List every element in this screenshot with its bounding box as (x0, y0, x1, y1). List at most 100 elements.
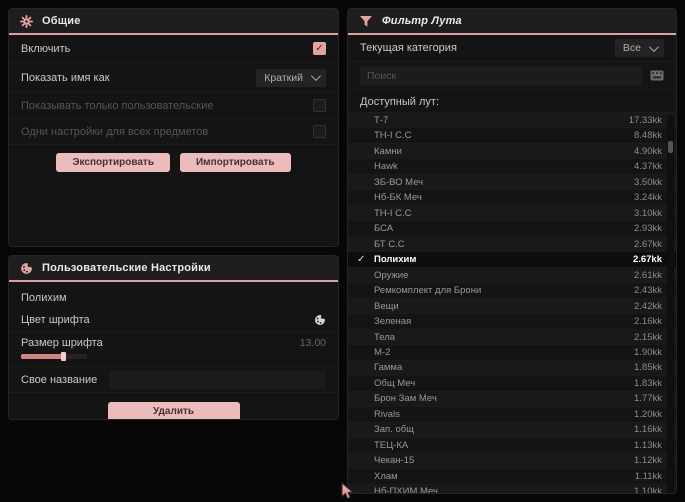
search-input[interactable] (360, 65, 642, 86)
palette-icon (20, 262, 33, 275)
loot-item-name: М-2 (374, 347, 391, 358)
loot-item-name: ТН-I С.С (374, 207, 412, 219)
only-custom-checkbox[interactable] (313, 99, 326, 112)
loot-item-value: 2.67kk (632, 254, 662, 266)
loot-item-row[interactable]: ✓ Полихим 2.67kk (348, 252, 676, 268)
loot-item-row[interactable]: ✓ Нб-ПХИМ Меч 1.10kk (348, 484, 676, 493)
same-settings-label: Одни настройки для всех предметов (21, 125, 209, 138)
loot-item-name: Зеленая (374, 316, 412, 328)
loot-filter-header: Фильтр Лута (348, 9, 676, 35)
loot-item-name: ТН-I С.С (374, 130, 412, 142)
loot-item-name: Брон Зам Меч (374, 393, 437, 405)
loot-item-value: 2.16kk (634, 316, 662, 328)
general-panel-spacer (9, 182, 338, 246)
loot-item-value: 1.83kk (634, 377, 662, 389)
loot-item-name: ТЕЦ-КА (374, 439, 409, 451)
loot-item-value: 1.12kk (634, 455, 662, 467)
loot-item-value: 4.37kk (634, 161, 662, 173)
keyboard-icon[interactable] (650, 70, 664, 81)
category-select[interactable]: Все (614, 39, 664, 57)
loot-item-row[interactable]: ✓ Общ Меч 1.83kk (348, 376, 676, 392)
loot-item-row[interactable]: ✓ Вещи 2.42kk (348, 298, 676, 315)
loot-item-row[interactable]: ✓ Т-7 17.33kk (348, 113, 676, 129)
loot-item-row[interactable]: ✓ М-2 1.90kk (348, 345, 676, 361)
loot-item-name: БТ С.С (374, 238, 405, 250)
font-size-row: Размер шрифта 13.00 (9, 332, 338, 367)
search-row (348, 62, 676, 90)
show-name-label: Показать имя как (21, 71, 110, 84)
font-size-slider[interactable] (21, 352, 87, 361)
loot-item-row[interactable]: ✓ Чекан-15 1.12kk (348, 453, 676, 470)
loot-item-name: Нб-БК Меч (374, 192, 422, 204)
loot-item-row[interactable]: ✓ Брон Зам Меч 1.77kk (348, 391, 676, 408)
category-label: Текущая категория (360, 42, 457, 54)
loot-item-row[interactable]: ✓ ЗБ-ВО Меч 3.50kk (348, 174, 676, 191)
delete-row: Удалить (9, 393, 338, 419)
loot-item-row[interactable]: ✓ ТЕЦ-КА 1.13kk (348, 438, 676, 454)
loot-item-value: 1.13kk (634, 439, 662, 451)
loot-item-row[interactable]: ✓ Тела 2.15kk (348, 329, 676, 346)
loot-item-row[interactable]: ✓ Оружие 2.61kk (348, 267, 676, 284)
slider-fill (21, 354, 63, 359)
loot-item-row[interactable]: ✓ Камни 4.90kk (348, 143, 676, 160)
loot-item-name: Полихим (374, 254, 417, 266)
loot-list: ✓ Т-7 17.33kk ✓ ТН-I С.С 8.48kk ✓ Камни … (348, 112, 676, 493)
loot-item-value: 1.16kk (634, 424, 662, 436)
loot-item-name: Hawk (374, 161, 398, 173)
loot-item-name: Камни (374, 145, 402, 157)
loot-item-row[interactable]: ✓ Ремкомплект для Брони 2.43kk (348, 283, 676, 299)
loot-item-value: 3.24kk (634, 192, 662, 204)
loot-item-value: 2.67kk (634, 238, 662, 250)
loot-filter-panel: Фильтр Лута Текущая категория Все Поиск … (347, 8, 677, 494)
loot-item-name: Тела (374, 331, 396, 343)
loot-item-row[interactable]: ✓ ТН-I С.С 8.48kk (348, 128, 676, 144)
only-custom-label: Показывать только пользовательские (21, 99, 214, 112)
enable-checkbox[interactable]: ✓ (313, 42, 326, 55)
import-button[interactable]: Импортировать (179, 153, 291, 172)
loot-item-row[interactable]: ✓ Гамма 1.85kk (348, 360, 676, 377)
loot-item-value: 1.85kk (634, 362, 662, 374)
loot-item-value: 1.77kk (634, 393, 662, 405)
general-panel: Общие Включить ✓ Показать имя как Кратки… (8, 8, 339, 247)
loot-item-value: 2.43kk (634, 285, 662, 297)
loot-item-row[interactable]: ✓ БСА 2.93kk (348, 221, 676, 237)
loot-item-row[interactable]: ✓ Rivals 1.20kk (348, 407, 676, 423)
same-settings-row: Одни настройки для всех предметов (9, 119, 338, 145)
loot-item-row[interactable]: ✓ ТН-I С.С 3.10kk (348, 205, 676, 222)
loot-item-row[interactable]: ✓ Зап. общ 1.16kk (348, 422, 676, 439)
custom-name-input[interactable] (109, 370, 326, 389)
funnel-icon (359, 15, 373, 28)
loot-item-row[interactable]: ✓ Hawk 4.37kk (348, 159, 676, 175)
loot-item-name: Хлам (374, 470, 398, 482)
loot-item-value: 1.11kk (634, 470, 662, 482)
slider-handle[interactable] (61, 352, 66, 361)
custom-name-row: Свое название (9, 367, 338, 393)
chevron-down-icon (648, 41, 659, 52)
show-name-select[interactable]: Краткий (256, 68, 326, 87)
loot-item-row[interactable]: ✓ Нб-БК Меч 3.24kk (348, 190, 676, 206)
loot-item-row[interactable]: ✓ БТ С.С 2.67kk (348, 236, 676, 253)
font-color-row: Цвет шрифта (9, 308, 338, 332)
font-color-label: Цвет шрифта (21, 313, 90, 326)
mod-overlay: Общие Включить ✓ Показать имя как Кратки… (0, 0, 685, 502)
custom-settings-panel: Пользовательские Настройки Полихим Цвет … (8, 255, 339, 420)
loot-item-value: 3.10kk (634, 207, 662, 219)
gear-icon (20, 14, 33, 28)
loot-item-row[interactable]: ✓ Зеленая 2.16kk (348, 314, 676, 330)
export-button[interactable]: Экспортировать (56, 153, 170, 172)
loot-item-value: 8.48kk (634, 130, 662, 142)
loot-scrollbar-thumb[interactable] (668, 141, 673, 153)
loot-item-name: Общ Меч (374, 377, 416, 389)
delete-button[interactable]: Удалить (107, 402, 240, 419)
loot-item-value: 4.90kk (634, 145, 662, 157)
color-picker-icon[interactable] (314, 314, 326, 326)
chevron-down-icon (310, 71, 321, 82)
loot-item-value: 2.15kk (634, 331, 662, 343)
custom-settings-title: Пользовательские Настройки (42, 262, 211, 274)
loot-item-name: Rivals (374, 408, 400, 420)
custom-settings-header: Пользовательские Настройки (9, 256, 338, 282)
loot-item-row[interactable]: ✓ Хлам 1.11kk (348, 469, 676, 485)
same-settings-checkbox[interactable] (313, 125, 326, 138)
general-panel-title: Общие (42, 15, 81, 27)
loot-scrollbar-track[interactable] (667, 115, 674, 493)
